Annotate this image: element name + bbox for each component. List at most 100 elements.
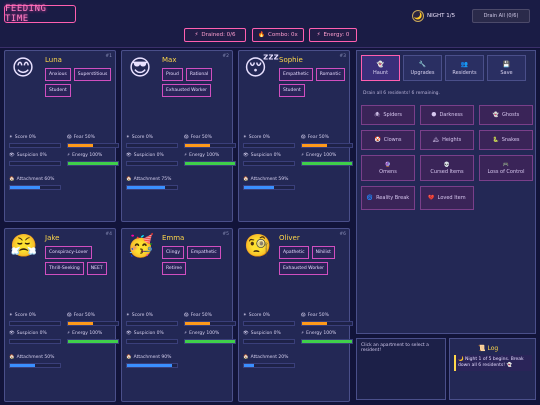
drained-stat: ⚡ Drained: 0/6 xyxy=(184,28,246,42)
suspicion-meter: 👁 Suspicion 0% xyxy=(9,152,61,170)
resident-avatar: 🥳 xyxy=(127,234,155,259)
energy-label: Energy 100% xyxy=(189,153,220,158)
attachment-label: Attachment 50% xyxy=(16,355,55,360)
attachment-meter: 🏠 Attachment 75% xyxy=(126,176,178,190)
scare-button[interactable]: 👻 Ghosts xyxy=(479,105,533,125)
fear-fill xyxy=(185,144,210,147)
trait-tag: Empathetic xyxy=(187,246,221,259)
night-label: NIGHT 1/5 xyxy=(427,13,456,19)
tab-save[interactable]: 💾 Save xyxy=(487,55,526,81)
scare-icon: 🌀 xyxy=(366,195,374,201)
energy-fill xyxy=(302,162,352,165)
score-label: Score 0% xyxy=(14,313,36,318)
score-icon: ✴ xyxy=(126,313,130,318)
fear-icon: 😱 xyxy=(301,135,306,140)
eye-icon: 👁 xyxy=(126,331,132,336)
fear-meter: 😱 Fear 50% xyxy=(301,134,353,152)
lightning-icon: ⚡ xyxy=(194,32,199,38)
energy-label: Energy 100% xyxy=(189,331,220,336)
energy-meter: ⚡ Energy 100% xyxy=(301,152,353,170)
trait-list: Conspiracy-Lover Thrill-Seeking NEET xyxy=(45,246,113,275)
eye-icon: 👁 xyxy=(9,331,15,336)
energy-label: Energy 100% xyxy=(306,331,337,336)
trait-list: Clingy Empathetic Retiree xyxy=(162,246,230,275)
energy-bar xyxy=(184,339,236,344)
resident-avatar: 😊 xyxy=(11,56,35,81)
attachment-label: Attachment 90% xyxy=(133,355,172,360)
apartment-card[interactable]: 😎 #2 Max Proud Rational Exhausted Worker ✴… xyxy=(121,50,236,222)
save-icon: 💾 xyxy=(502,60,511,68)
scare-button[interactable]: 🤡 Clowns xyxy=(361,130,415,150)
trait-tag: Clingy xyxy=(162,246,185,259)
scare-button[interactable]: 🌑 Darkness xyxy=(420,105,474,125)
score-icon: ✴ xyxy=(243,135,247,140)
meters: ✴ Score 0% 😱 Fear 50% 👁 Suspicion 0% ⚡ Energ… xyxy=(243,134,353,170)
meters: ✴ Score 0% 😱 Fear 50% 👁 Suspicion 0% ⚡ Energ… xyxy=(126,134,236,170)
scare-button[interactable]: 🐍 Snakes xyxy=(479,130,533,150)
score-meter: ✴ Score 0% xyxy=(9,134,61,152)
scare-button[interactable]: 🌀 Reality Break xyxy=(361,186,415,210)
scare-label: Snakes xyxy=(501,137,520,143)
energy-meter: ⚡ Energy 100% xyxy=(67,330,119,348)
fear-icon: 😱 xyxy=(67,313,72,318)
energy-stat: ⚡ Energy: 0 xyxy=(309,28,357,42)
trait-tag: Apathetic xyxy=(279,246,309,259)
scare-button[interactable]: 🕷 Spiders xyxy=(361,105,415,125)
lightning-icon: ⚡ xyxy=(67,331,71,336)
apartment-number: #2 xyxy=(222,54,229,59)
scare-button[interactable]: 💔 Loved Item xyxy=(420,186,474,210)
energy-bar xyxy=(67,339,119,344)
action-panel: 👻 Haunt 🔧 Upgrades 👥 Residents 💾 Save Dr… xyxy=(356,50,536,334)
tab-residents[interactable]: 👥 Residents xyxy=(445,55,484,81)
tab-upgrades[interactable]: 🔧 Upgrades xyxy=(403,55,442,81)
attachment-fill xyxy=(127,364,172,367)
tab-haunt[interactable]: 👻 Haunt xyxy=(361,55,400,81)
apartment-card[interactable]: 😴 #3 Sophie Empathetic Romantic Student ✴ S… xyxy=(238,50,353,222)
score-icon: ✴ xyxy=(9,313,13,318)
energy-fill xyxy=(68,162,118,165)
scare-button[interactable]: 🏔 Heights xyxy=(420,130,474,150)
scare-icon: 🌑 xyxy=(431,112,437,118)
lightning-icon: ⚡ xyxy=(67,153,71,158)
apartment-number: #4 xyxy=(105,232,112,237)
suspicion-label: Suspicion 0% xyxy=(16,153,47,158)
house-icon: 🏠 xyxy=(243,177,249,182)
apartment-card[interactable]: 🥳 #5 Emma Clingy Empathetic Retiree ✴ Score… xyxy=(121,228,236,402)
scare-button[interactable]: 🔮 Omens xyxy=(361,155,415,181)
scare-label: Cursed Items xyxy=(430,168,464,175)
suspicion-bar xyxy=(9,339,61,344)
resident-name: Max xyxy=(162,56,177,64)
fear-bar xyxy=(184,143,236,148)
scare-button[interactable]: 🎮 Loss of Control xyxy=(479,155,533,181)
log-entry: 🌙 Night 1 of 5 begins. Break down all 6 … xyxy=(454,355,532,371)
energy-fill xyxy=(302,340,352,343)
tab-label: Upgrades xyxy=(410,69,435,76)
attachment-bar xyxy=(126,363,178,368)
attachment-bar xyxy=(9,363,61,368)
apartment-card[interactable]: 😤 #4 Jake Conspiracy-Lover Thrill-Seeking… xyxy=(4,228,119,402)
apartment-card[interactable]: 😊 #1 Luna Anxious Superstitious Student ✴ S… xyxy=(4,50,119,222)
attachment-bar xyxy=(243,363,295,368)
scare-icon: 🕷 xyxy=(373,112,381,118)
attachment-bar xyxy=(126,185,178,190)
house-icon: 🏠 xyxy=(126,355,132,360)
energy-label: Energy 100% xyxy=(306,153,337,158)
energy-meter: ⚡ Energy 100% xyxy=(184,330,236,348)
scare-button[interactable]: 💀 Cursed Items xyxy=(420,155,474,181)
drain-all-button[interactable]: Drain All (0/6) xyxy=(472,9,530,23)
fear-label: Fear 50% xyxy=(73,313,95,318)
apartment-card[interactable]: 🧐 #6 Oliver Apathetic Nihilist Exhausted W… xyxy=(238,228,353,402)
house-icon: 🏠 xyxy=(9,177,15,182)
people-icon: 👥 xyxy=(460,60,469,68)
score-bar xyxy=(243,321,295,326)
score-label: Score 0% xyxy=(14,135,36,140)
stats-row: ⚡ Drained: 0/6 🔥 Combo: 0x ⚡ Energy: 0 xyxy=(0,28,540,42)
fear-icon: 😱 xyxy=(67,135,72,140)
trait-tag: NEET xyxy=(86,262,107,275)
fear-bar xyxy=(67,143,119,148)
suspicion-bar xyxy=(243,161,295,166)
eye-icon: 👁 xyxy=(9,153,15,158)
score-icon: ✴ xyxy=(126,135,130,140)
scare-icon: 💀 xyxy=(443,161,451,168)
tab-label: Haunt xyxy=(372,69,389,76)
